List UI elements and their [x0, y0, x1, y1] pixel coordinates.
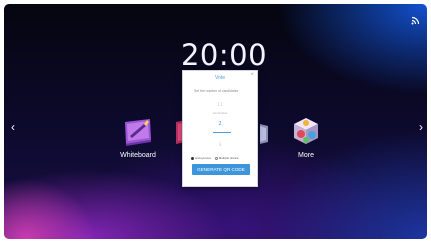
app-more[interactable]: More [276, 114, 336, 159]
picker-selected-value[interactable]: 2 [183, 121, 257, 127]
vote-options: Anonymous Multiple choice [191, 156, 242, 160]
nav-right-arrow[interactable]: › [416, 119, 426, 135]
app-label-more: More [298, 152, 314, 159]
radio-unchecked-icon[interactable] [214, 156, 218, 160]
app-icon-partial[interactable] [260, 122, 270, 144]
whiteboard-icon [125, 119, 151, 146]
dialog-prompt: Set the number of candidates [194, 89, 239, 93]
close-icon[interactable]: × [250, 72, 254, 78]
option-anonymous[interactable]: Anonymous [191, 156, 211, 160]
picker-label: Candidates [212, 112, 228, 115]
screen-cast-icon[interactable] [411, 12, 421, 25]
option-multiple-choice[interactable]: Multiple choice [214, 156, 239, 160]
dialog-title: Vote [214, 75, 225, 81]
app-label-whiteboard: Whiteboard [120, 152, 156, 159]
picker-value-below[interactable]: 3 [183, 142, 257, 147]
desktop-screen: 20:00 ‹ › Whiteboard More Vote × Set the… [4, 4, 427, 239]
more-apps-icon [294, 118, 318, 144]
clock-time: 20:00 [180, 38, 268, 72]
option-label-anonymous: Anonymous [195, 156, 211, 160]
vote-dialog: Vote × Set the number of candidates 11 C… [182, 70, 258, 187]
picker-underline [213, 132, 231, 133]
generate-qr-code-button[interactable]: GENERATE QR CODE [192, 164, 250, 175]
nav-left-arrow[interactable]: ‹ [8, 119, 18, 135]
radio-checked-icon[interactable] [191, 156, 194, 160]
picker-value-above[interactable]: 11 [183, 102, 257, 107]
option-label-multiple-choice: Multiple choice [218, 156, 239, 160]
app-whiteboard[interactable]: Whiteboard [108, 114, 168, 159]
